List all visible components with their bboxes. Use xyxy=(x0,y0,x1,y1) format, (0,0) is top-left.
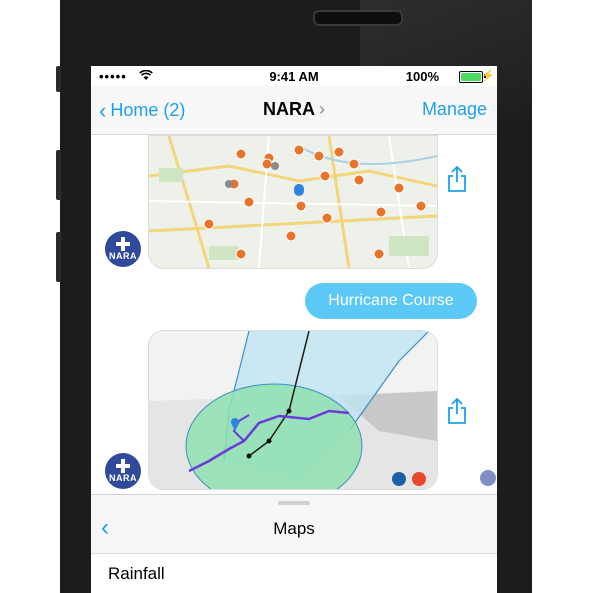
battery-fill xyxy=(461,73,481,81)
share-icon[interactable] xyxy=(446,165,468,193)
share-icon[interactable] xyxy=(446,397,468,425)
chevron-right-icon: › xyxy=(319,99,325,119)
app-badge-icon xyxy=(479,469,497,487)
city-map-message[interactable] xyxy=(148,135,438,269)
charging-icon: ⚡ xyxy=(481,70,495,82)
mute-switch xyxy=(56,66,61,92)
status-bar: ••••• 9:41 AM 100% ⚡ xyxy=(91,66,497,86)
hurricane-map-image xyxy=(149,331,437,489)
volume-down-button xyxy=(56,232,61,282)
navigation-bar: ‹ Home (2) NARA › Manage xyxy=(91,86,497,135)
sent-message-bubble[interactable]: Hurricane Course xyxy=(305,283,477,319)
app-drawer: ‹ Maps Rainfall xyxy=(91,494,497,593)
hurricane-map-message[interactable] xyxy=(148,330,438,490)
city-map-image xyxy=(149,136,437,268)
volume-up-button xyxy=(56,150,61,200)
avatar[interactable]: NARA xyxy=(105,453,141,489)
drawer-grabber[interactable] xyxy=(278,501,310,505)
list-item-label: Rainfall xyxy=(108,564,165,583)
avatar[interactable]: NARA xyxy=(105,231,141,267)
battery-icon xyxy=(459,71,483,83)
manage-button[interactable]: Manage xyxy=(422,99,487,120)
screen: ••••• 9:41 AM 100% ⚡ ‹ Home (2) NARA › Man… xyxy=(91,66,497,593)
earpiece-speaker xyxy=(313,10,403,26)
list-item-rainfall[interactable]: Rainfall xyxy=(91,554,497,593)
drawer-title: Maps xyxy=(273,519,315,538)
title-text: NARA xyxy=(263,99,315,119)
battery-percent: 100% xyxy=(405,69,439,84)
message-thread: NARA Hurricane Course NARA xyxy=(91,135,497,491)
